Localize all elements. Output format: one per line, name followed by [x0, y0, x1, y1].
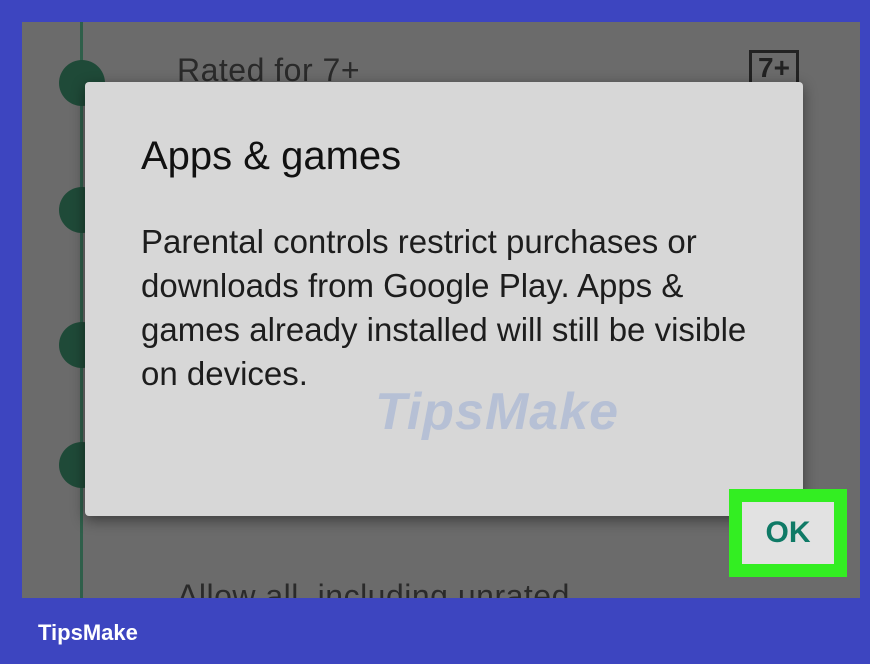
dialog-title: Apps & games — [141, 134, 402, 178]
allow-all-option-label: Allow all, including unrated — [177, 578, 570, 598]
footer-brand: TipsMake — [38, 620, 138, 645]
dialog-message: Parental controls restrict purchases or … — [141, 223, 747, 392]
ok-button[interactable]: OK — [742, 502, 834, 564]
radio-track — [80, 22, 83, 598]
apps-games-dialog: Apps & games Parental controls restrict … — [85, 82, 847, 577]
image-frame: Rated for 7+ 7+ Allow all, including unr… — [0, 0, 870, 664]
rating-badge: 7+ — [749, 50, 799, 86]
ok-button-highlight: OK — [729, 489, 847, 577]
